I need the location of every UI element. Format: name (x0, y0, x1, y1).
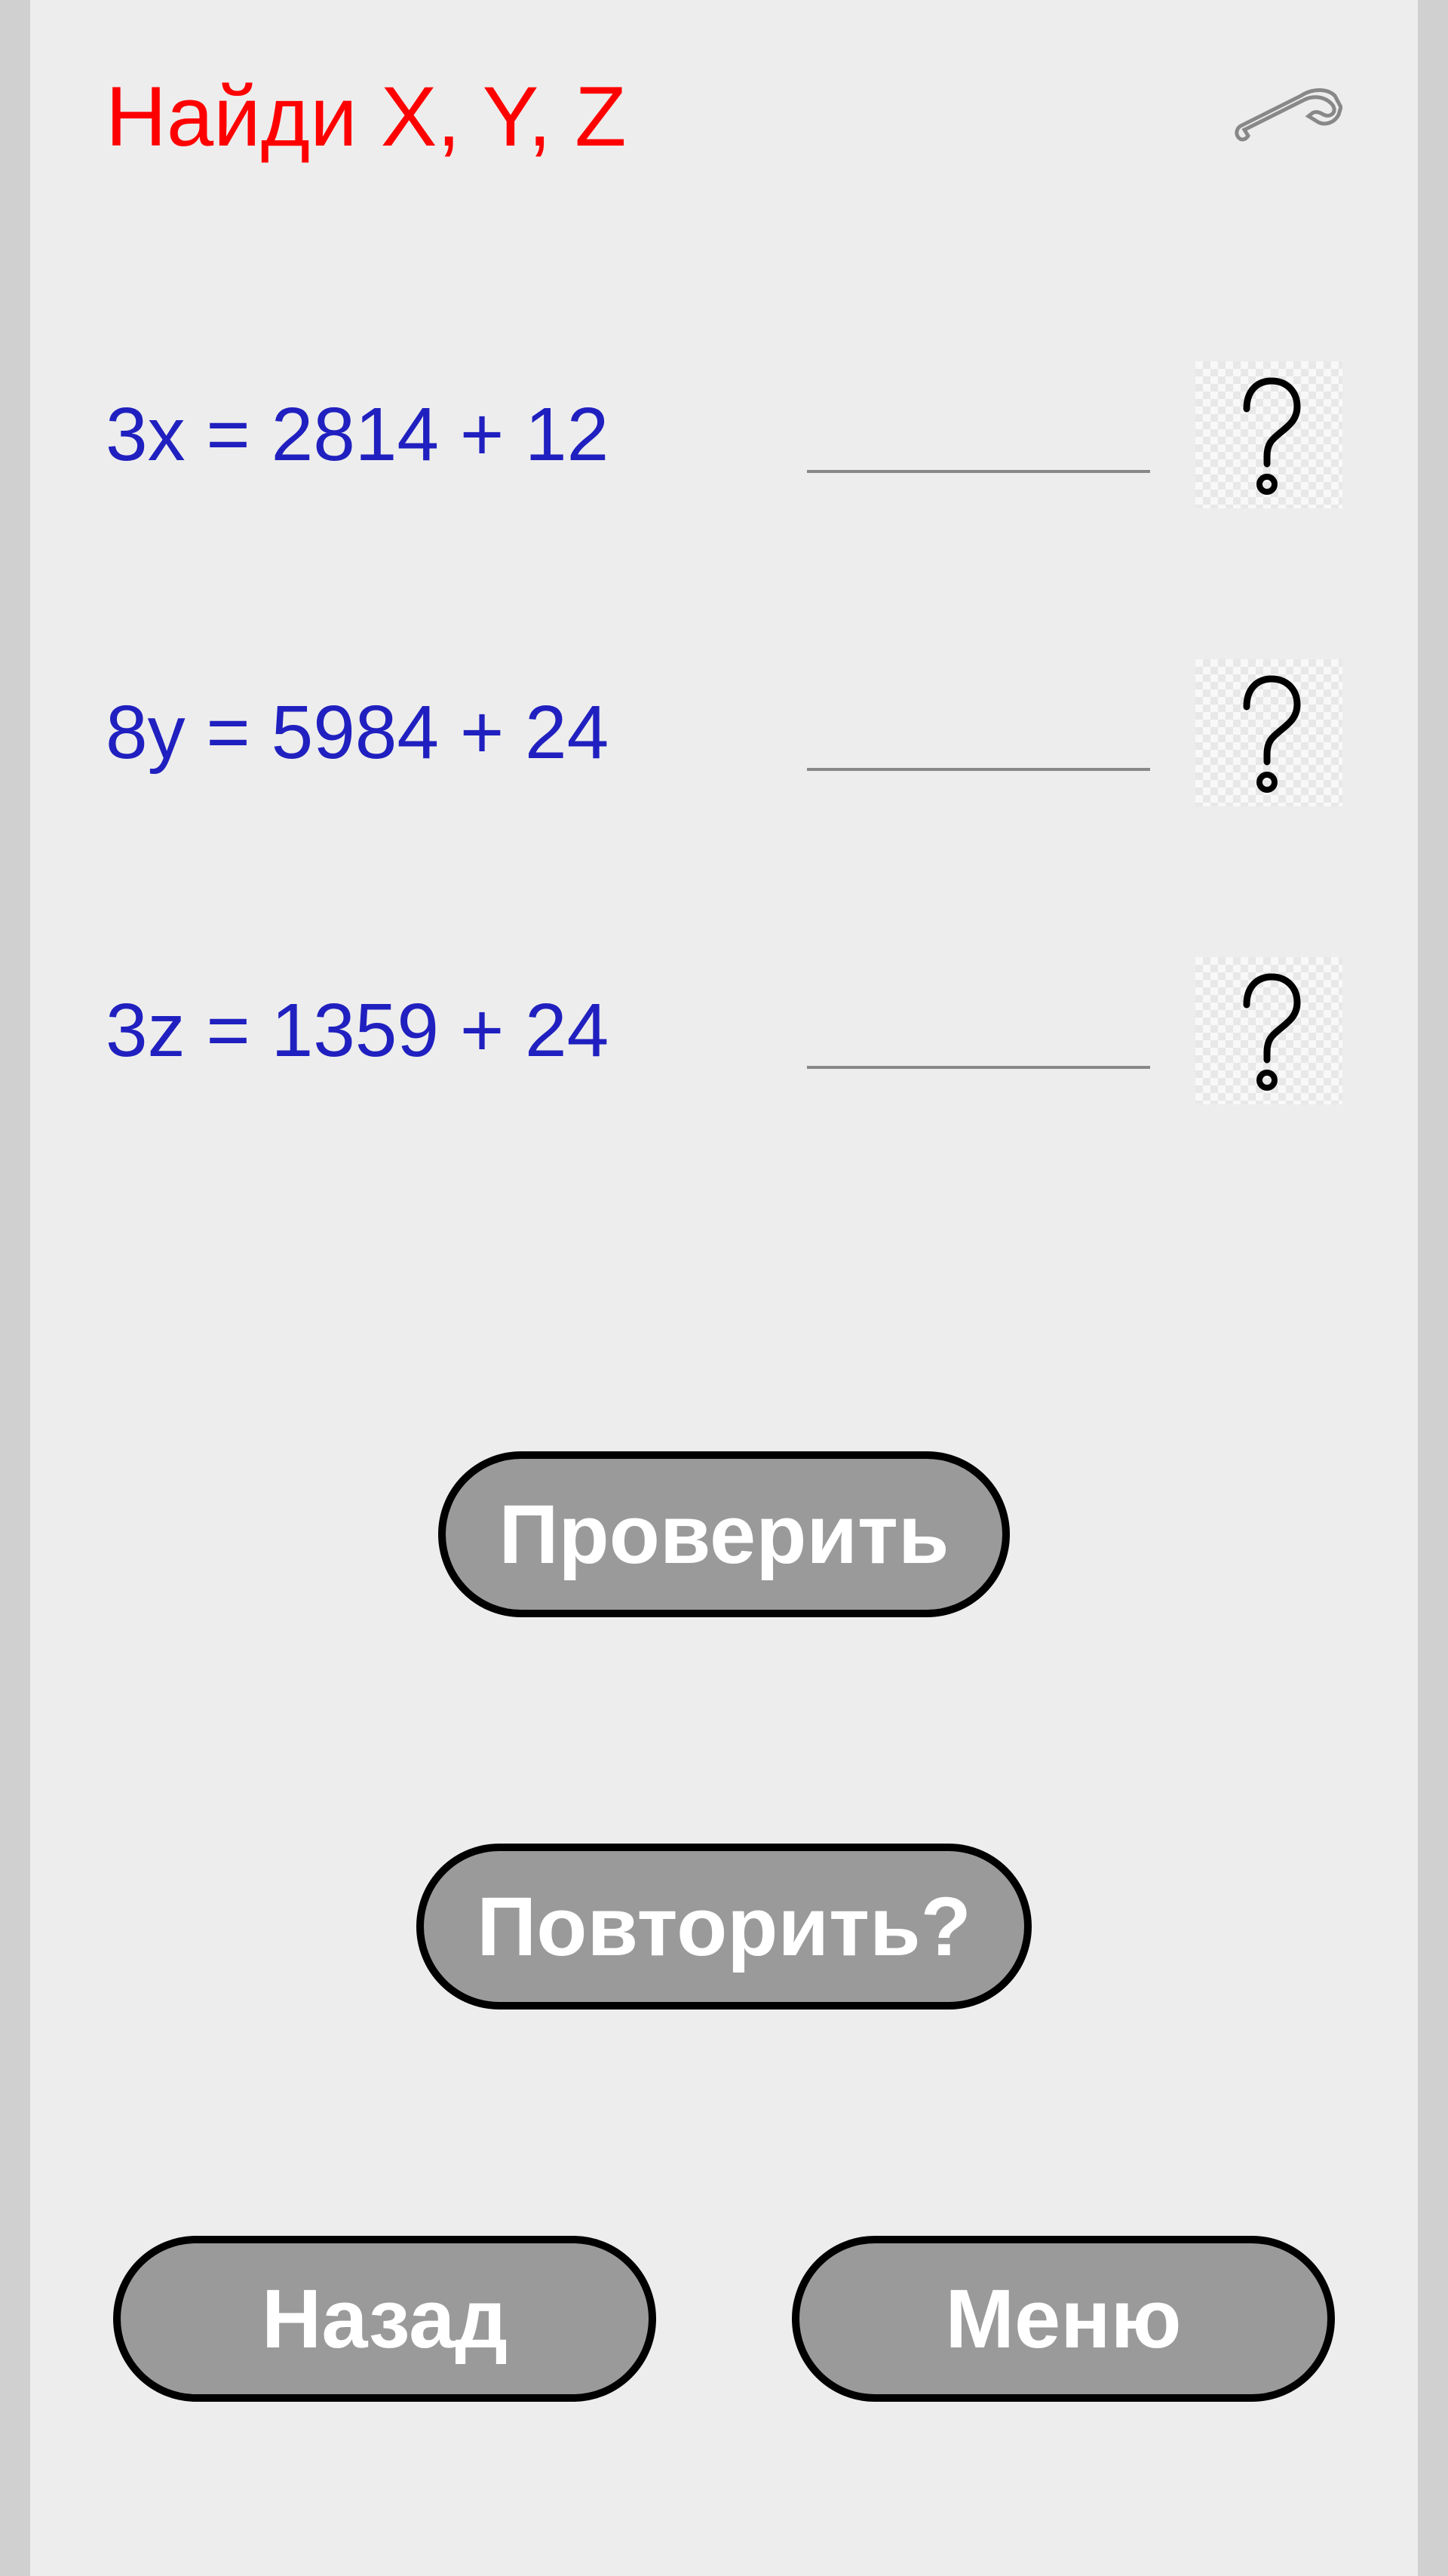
equation-row-2: 8y = 5984 + 24 (106, 659, 1342, 806)
answer-input-y[interactable] (807, 695, 1150, 771)
question-mark-icon (1228, 375, 1311, 496)
question-mark-icon (1228, 971, 1311, 1091)
equation-row-1: 3x = 2814 + 12 (106, 361, 1342, 508)
hint-button-1[interactable] (1195, 361, 1342, 508)
menu-button[interactable]: Меню (792, 2236, 1335, 2402)
answer-input-z[interactable] (807, 993, 1150, 1069)
hint-button-2[interactable] (1195, 659, 1342, 806)
buttons-container: Проверить Повторить? Назад Меню (106, 1451, 1342, 2402)
equation-text: 3z = 1359 + 24 (106, 987, 762, 1074)
page-title: Найди X, Y, Z (106, 68, 627, 165)
header: Найди X, Y, Z (106, 68, 1342, 165)
question-mark-icon (1228, 673, 1311, 794)
check-button[interactable]: Проверить (438, 1451, 1009, 1617)
back-button[interactable]: Назад (113, 2236, 656, 2402)
equation-row-3: 3z = 1359 + 24 (106, 957, 1342, 1104)
settings-button[interactable] (1229, 84, 1342, 149)
app-container: Найди X, Y, Z 3x = 2814 + 12 8y = 5984 +… (30, 0, 1418, 2576)
answer-input-x[interactable] (807, 398, 1150, 473)
equation-text: 8y = 5984 + 24 (106, 689, 762, 776)
equations-list: 3x = 2814 + 12 8y = 5984 + 24 3z = 1359 … (106, 361, 1342, 1104)
repeat-button[interactable]: Повторить? (416, 1844, 1032, 2010)
hint-button-3[interactable] (1195, 957, 1342, 1104)
wrench-icon (1229, 84, 1342, 145)
bottom-buttons: Назад Меню (106, 2236, 1342, 2402)
equation-text: 3x = 2814 + 12 (106, 391, 762, 478)
